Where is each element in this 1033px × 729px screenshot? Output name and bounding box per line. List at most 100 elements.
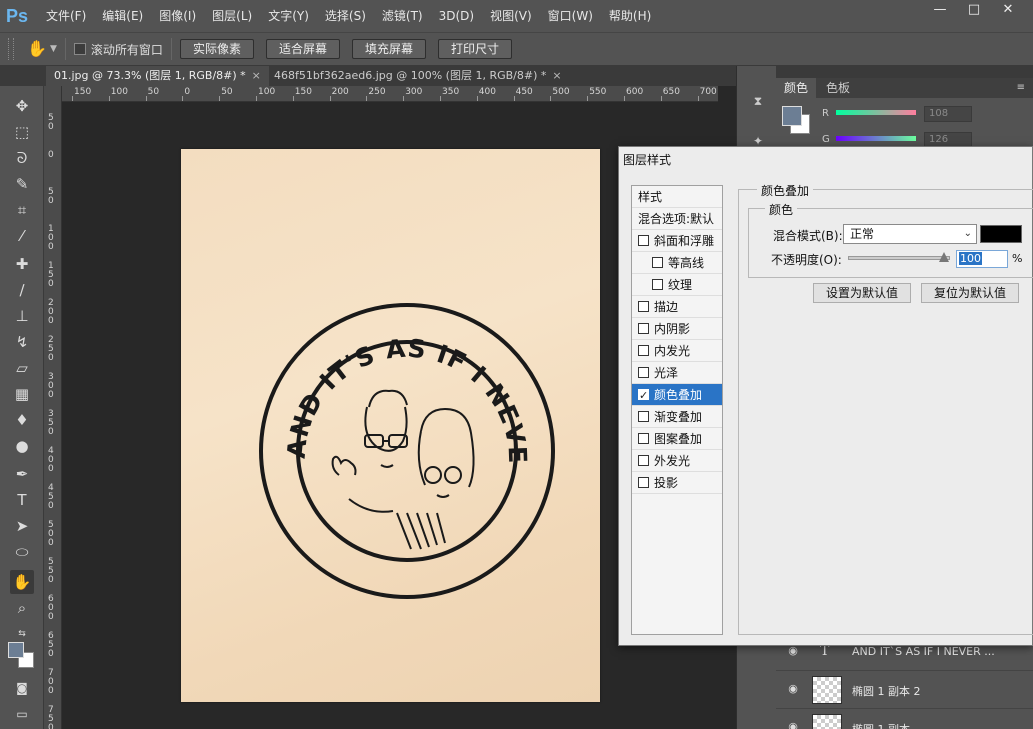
style-item[interactable]: 光泽 [632, 362, 722, 384]
zoom-tool-icon[interactable]: ⌕ [10, 596, 34, 620]
eye-icon[interactable]: ◉ [786, 644, 800, 658]
close-button[interactable]: ✕ [991, 0, 1025, 20]
style-checkbox[interactable] [638, 345, 649, 356]
options-grip[interactable] [8, 38, 14, 60]
menu-item[interactable]: 滤镜(T) [374, 0, 431, 32]
menu-item[interactable]: 视图(V) [482, 0, 540, 32]
style-item[interactable]: 内发光 [632, 340, 722, 362]
lasso-tool-icon[interactable]: ᘐ [10, 146, 34, 170]
opacity-slider-thumb[interactable] [939, 252, 949, 262]
foreground-color-swatch[interactable] [8, 642, 24, 658]
reset-default-button[interactable]: 复位为默认值 [921, 283, 1019, 303]
style-checkbox[interactable] [652, 279, 663, 290]
overlay-color-swatch[interactable] [980, 225, 1022, 243]
style-checkbox[interactable] [638, 301, 649, 312]
style-checkbox[interactable] [638, 455, 649, 466]
menu-item[interactable]: 选择(S) [317, 0, 374, 32]
document-image[interactable]: AND IT'S AS IF I NEVER REALLY EVEN [181, 149, 600, 702]
style-item[interactable]: 图案叠加 [632, 428, 722, 450]
channel-g-slider[interactable] [836, 136, 916, 141]
actual-pixels-button[interactable]: 实际像素 [179, 39, 254, 59]
maximize-button[interactable]: □ [957, 0, 991, 20]
style-checkbox[interactable] [638, 367, 649, 378]
eraser-tool-icon[interactable]: ▱ [10, 356, 34, 380]
checkbox-box[interactable] [73, 43, 86, 55]
ellipse-tool-icon[interactable]: ⬭ [10, 540, 34, 564]
tab-document-01[interactable]: 01.jpg @ 73.3% (图层 1, RGB/8#) * × [46, 66, 269, 86]
set-default-button[interactable]: 设置为默认值 [813, 283, 911, 303]
quick-select-tool-icon[interactable]: ✎ [10, 172, 34, 196]
history-panel-icon[interactable]: ⧗ [749, 92, 767, 110]
style-item[interactable]: 外发光 [632, 450, 722, 472]
opacity-input[interactable]: 100 [956, 250, 1008, 268]
crop-tool-icon[interactable]: ⌗ [10, 198, 34, 222]
brush-tool-icon[interactable]: ∕ [10, 278, 34, 302]
move-tool-icon[interactable]: ✥ [10, 94, 34, 118]
tab-document-02[interactable]: 468f51bf362aed6.jpg @ 100% (图层 1, RGB/8#… [266, 66, 570, 86]
menu-item[interactable]: 帮助(H) [601, 0, 659, 32]
scroll-all-windows-checkbox[interactable]: 滚动所有窗口 [73, 41, 163, 58]
ruler-label: 5 0 0 [48, 520, 54, 548]
eye-icon[interactable]: ◉ [786, 682, 800, 696]
close-icon[interactable]: × [552, 69, 561, 82]
layer-row[interactable]: ◉ 椭圆 1 副本 2 [776, 670, 1033, 708]
tab-swatches[interactable]: 色板 [818, 78, 858, 98]
path-selection-tool-icon[interactable]: ➤ [10, 514, 34, 538]
chevron-down-icon[interactable]: ▼ [50, 44, 57, 54]
dodge-tool-icon[interactable]: ● [10, 434, 34, 458]
style-item[interactable]: 等高线 [632, 252, 722, 274]
healing-brush-tool-icon[interactable]: ✚ [10, 252, 34, 276]
menu-item[interactable]: 窗口(W) [540, 0, 601, 32]
history-brush-tool-icon[interactable]: ↯ [10, 330, 34, 354]
style-checkbox[interactable] [652, 257, 663, 268]
opacity-slider[interactable] [848, 256, 950, 260]
menu-item[interactable]: 编辑(E) [94, 0, 151, 32]
style-checkbox[interactable] [638, 235, 649, 246]
blur-tool-icon[interactable]: ♦ [10, 408, 34, 432]
menu-item[interactable]: 图像(I) [151, 0, 204, 32]
style-checkbox[interactable] [638, 385, 649, 407]
style-item[interactable]: 渐变叠加 [632, 406, 722, 428]
section-title: 颜色叠加 [757, 182, 814, 199]
style-checkbox[interactable] [638, 323, 649, 334]
menu-item[interactable]: 图层(L) [204, 0, 260, 32]
pen-tool-icon[interactable]: ✒ [10, 462, 34, 486]
type-tool-icon[interactable]: T [10, 488, 34, 512]
style-item[interactable]: 投影 [632, 472, 722, 494]
fit-screen-button[interactable]: 适合屏幕 [265, 39, 340, 59]
eyedropper-tool-icon[interactable]: ⁄ [10, 224, 34, 248]
blending-options-item[interactable]: 混合选项:默认 [632, 208, 722, 230]
ruler-tick [440, 96, 441, 101]
menu-item[interactable]: 文字(Y) [260, 0, 317, 32]
style-item[interactable]: 颜色叠加 [632, 384, 722, 407]
style-item[interactable]: 描边 [632, 296, 722, 318]
style-checkbox[interactable] [638, 411, 649, 422]
channel-r-value[interactable]: 108 [924, 106, 972, 122]
menu-item[interactable]: 文件(F) [38, 0, 94, 32]
hand-tool-preset-icon[interactable]: ✋ [26, 38, 48, 60]
minimize-button[interactable]: — [923, 0, 957, 20]
tab-color[interactable]: 颜色 [776, 78, 817, 98]
menu-item[interactable]: 3D(D) [431, 0, 482, 32]
style-checkbox[interactable] [638, 477, 649, 488]
foreground-color-swatch[interactable] [782, 106, 802, 126]
layer-row[interactable]: ◉ 椭圆 1 副本 [776, 708, 1033, 729]
quick-mask-icon[interactable]: ◙ [10, 676, 34, 700]
style-checkbox[interactable] [638, 433, 649, 444]
styles-header[interactable]: 样式 [632, 186, 722, 208]
fill-screen-button[interactable]: 填充屏幕 [351, 39, 426, 59]
hand-tool-icon[interactable]: ✋ [10, 570, 34, 594]
channel-r-slider[interactable] [836, 110, 916, 115]
screen-mode-icon[interactable]: ▭ [10, 702, 34, 726]
blend-mode-select[interactable]: 正常 ⌄ [843, 224, 977, 244]
gradient-tool-icon[interactable]: ▦ [10, 382, 34, 406]
marquee-tool-icon[interactable]: ⬚ [10, 120, 34, 144]
panel-menu-icon[interactable]: ≡ [1017, 82, 1025, 93]
print-size-button[interactable]: 打印尺寸 [437, 39, 512, 59]
style-item[interactable]: 内阴影 [632, 318, 722, 340]
eye-icon[interactable]: ◉ [786, 720, 800, 729]
clone-stamp-tool-icon[interactable]: ⊥ [10, 304, 34, 328]
close-icon[interactable]: × [252, 69, 261, 82]
style-item[interactable]: 纹理 [632, 274, 722, 296]
style-item[interactable]: 斜面和浮雕 [632, 230, 722, 252]
